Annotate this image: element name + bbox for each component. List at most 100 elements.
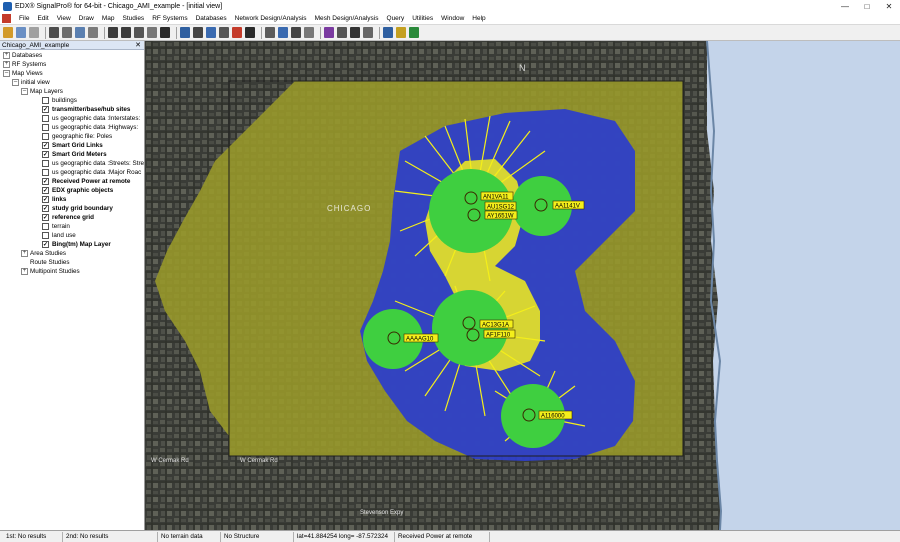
layer-checkbox[interactable] (42, 97, 49, 104)
expand-icon[interactable]: + (21, 268, 28, 275)
zoom-window-icon[interactable] (134, 27, 144, 38)
chart-icon[interactable] (396, 27, 406, 38)
query-icon[interactable] (383, 27, 393, 38)
layer-item[interactable]: ✓ Smart Grid Meters (42, 150, 107, 159)
layer-item[interactable]: ✓ Bing(tm) Map Layer (42, 240, 111, 249)
layer-item[interactable]: ✓ EDX graphic objects (42, 186, 113, 195)
collapse-icon[interactable]: – (3, 70, 10, 77)
close-icon[interactable]: ✕ (878, 0, 900, 13)
menu-edit[interactable]: Edit (33, 15, 52, 22)
export-icon[interactable] (75, 27, 85, 38)
layer-checkbox[interactable]: ✓ (42, 142, 49, 149)
layer-item[interactable]: ✓ reference grid (42, 213, 94, 222)
tree-item-rf-systems[interactable]: + RF Systems (3, 60, 46, 69)
color-icon[interactable] (324, 27, 334, 38)
expand-icon[interactable]: + (21, 250, 28, 257)
layer-checkbox[interactable]: ✓ (42, 178, 49, 185)
antenna-icon[interactable] (219, 27, 229, 38)
text-icon[interactable] (304, 27, 314, 38)
network-icon[interactable] (337, 27, 347, 38)
layer-item[interactable]: us geographic data :Streets: Stre (42, 159, 144, 168)
layer-item[interactable]: ✓ Smart Grid Links (42, 141, 103, 150)
menu-view[interactable]: View (53, 15, 75, 22)
menu-query[interactable]: Query (383, 15, 409, 22)
save-icon[interactable] (29, 27, 39, 38)
pan-icon[interactable] (160, 27, 170, 38)
menu-help[interactable]: Help (468, 15, 489, 22)
menu-utilities[interactable]: Utilities (408, 15, 437, 22)
tree-item-map-layers[interactable]: – Map Layers (21, 87, 63, 96)
menu-databases[interactable]: Databases (192, 15, 231, 22)
layer-checkbox[interactable]: ✓ (42, 151, 49, 158)
copy-icon[interactable] (62, 27, 72, 38)
layer-item[interactable]: ✓ Received Power at remote (42, 177, 130, 186)
zoom-out-icon[interactable] (121, 27, 131, 38)
route-icon[interactable] (265, 27, 275, 38)
menu-window[interactable]: Window (437, 15, 468, 22)
layer-icon[interactable] (232, 27, 242, 38)
menu-network-design[interactable]: Network Design/Analysis (231, 15, 311, 22)
expand-icon[interactable]: + (3, 61, 10, 68)
layer-checkbox[interactable] (42, 115, 49, 122)
menu-mesh-design[interactable]: Mesh Design/Analysis (311, 15, 383, 22)
image-icon[interactable] (88, 27, 98, 38)
layer-checkbox[interactable] (42, 223, 49, 230)
map-view[interactable]: AN1VA11 AU1SG12 AY1651W AA1141V AAAAG10 … (145, 41, 900, 530)
zoom-extents-icon[interactable] (147, 27, 157, 38)
layer-checkbox[interactable] (42, 133, 49, 140)
layer-checkbox[interactable]: ✓ (42, 187, 49, 194)
tree-item-area-studies[interactable]: + Area Studies (21, 249, 66, 258)
menu-rf-systems[interactable]: RF Systems (148, 15, 191, 22)
tree-item-initial-view[interactable]: – initial view (12, 78, 50, 87)
print-icon[interactable] (49, 27, 59, 38)
mesh-icon[interactable] (350, 27, 360, 38)
site-icon[interactable] (206, 27, 216, 38)
zoom-in-icon[interactable] (108, 27, 118, 38)
layer-checkbox[interactable]: ✓ (42, 214, 49, 221)
grid-icon[interactable] (193, 27, 203, 38)
layer-item[interactable]: land use (42, 231, 76, 240)
layer-item[interactable]: ✓ study grid boundary (42, 204, 113, 213)
menu-file[interactable]: File (15, 15, 33, 22)
tree-item-route-studies[interactable]: Route Studies (30, 258, 70, 267)
open-icon[interactable] (16, 27, 26, 38)
coverage-map[interactable]: AN1VA11 AU1SG12 AY1651W AA1141V AAAAG10 … (145, 41, 900, 530)
expand-icon[interactable]: + (3, 52, 10, 59)
profile-icon[interactable] (278, 27, 288, 38)
collapse-icon[interactable]: – (12, 79, 19, 86)
new-study-icon[interactable] (3, 27, 13, 38)
layer-item[interactable]: buildings (42, 96, 77, 105)
maximize-icon[interactable]: □ (856, 0, 878, 13)
layer-checkbox[interactable]: ✓ (42, 106, 49, 113)
menu-draw[interactable]: Draw (75, 15, 98, 22)
document-icon[interactable] (2, 14, 11, 23)
layer-item[interactable]: us geographic data :Highways: (42, 123, 138, 132)
layer-checkbox[interactable]: ✓ (42, 241, 49, 248)
minimize-icon[interactable]: — (834, 0, 856, 13)
city-label: CHICAGO (327, 204, 371, 213)
terrain-icon[interactable] (291, 27, 301, 38)
measure-icon[interactable] (245, 27, 255, 38)
collapse-icon[interactable]: – (21, 88, 28, 95)
refresh-icon[interactable] (409, 27, 419, 38)
tree-item-multipoint-studies[interactable]: + Multipoint Studies (21, 267, 80, 276)
layer-item[interactable]: us geographic data :Major Roac (42, 168, 141, 177)
menu-studies[interactable]: Studies (119, 15, 149, 22)
layer-item[interactable]: ✓ links (42, 195, 66, 204)
layer-item[interactable]: terrain (42, 222, 70, 231)
layer-checkbox[interactable]: ✓ (42, 196, 49, 203)
layer-checkbox[interactable] (42, 124, 49, 131)
layer-item[interactable]: us geographic data :Interstates: (42, 114, 140, 123)
layer-item[interactable]: ✓ transmitter/base/hub sites (42, 105, 130, 114)
layer-item[interactable]: geographic file: Poles (42, 132, 112, 141)
draw-link-icon[interactable] (180, 27, 190, 38)
tree-item-databases[interactable]: + Databases (3, 51, 42, 60)
close-panel-icon[interactable]: ✕ (135, 41, 141, 49)
layer-checkbox[interactable] (42, 160, 49, 167)
layer-checkbox[interactable] (42, 232, 49, 239)
menu-map[interactable]: Map (98, 15, 119, 22)
tree-item-map-views[interactable]: – Map Views (3, 69, 43, 78)
layer-checkbox[interactable] (42, 169, 49, 176)
analysis-icon[interactable] (363, 27, 373, 38)
layer-checkbox[interactable]: ✓ (42, 205, 49, 212)
